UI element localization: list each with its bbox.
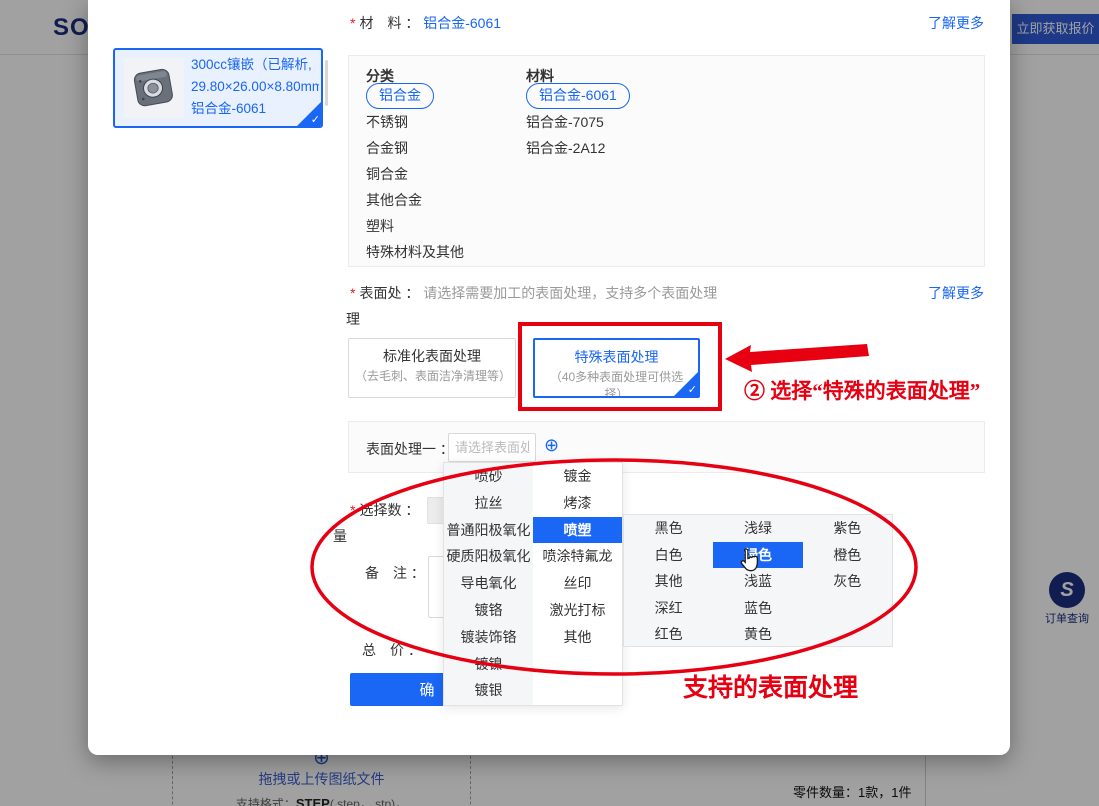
color-option[interactable]: 黑色 xyxy=(624,515,713,542)
surface-hint: 请选择需要加工的表面处理，支持多个表面处理 xyxy=(423,285,717,301)
treatment-option[interactable]: 镀镍 xyxy=(444,651,533,678)
standard-surface-title: 标准化表面处理 xyxy=(349,346,515,366)
color-option[interactable]: 黄色 xyxy=(713,621,802,648)
surface-learn-more-link[interactable]: 了解更多 xyxy=(928,283,984,303)
treatment-option[interactable]: 导电氧化 xyxy=(444,570,533,597)
material-option[interactable]: 铝合金-7075 xyxy=(526,109,604,135)
treatment-one-label: 表面处理一 ： xyxy=(366,439,454,459)
color-col2: 浅绿绿色浅蓝蓝色黄色 xyxy=(713,515,802,646)
treatment-option[interactable]: 激光打标 xyxy=(533,597,622,624)
quote-config-modal: 300cc镶嵌（已解析, 29.80×26.00×8.80mm 铝合金-6061… xyxy=(88,0,1010,755)
category-option[interactable]: 铝合金 xyxy=(366,83,434,109)
special-surface-title: 特殊表面处理 xyxy=(535,347,698,367)
total-price-label: 总 价 ： xyxy=(362,640,422,660)
color-option[interactable]: 蓝色 xyxy=(713,595,802,622)
color-option[interactable]: 绿色 xyxy=(713,542,802,569)
material-panel: 分类 材料 铝合金不锈钢合金钢铜合金其他合金塑料特殊材料及其他 铝合金-6061… xyxy=(348,55,985,267)
color-option[interactable]: 红色 xyxy=(624,621,713,648)
color-option[interactable]: 白色 xyxy=(624,542,713,569)
category-list: 铝合金不锈钢合金钢铜合金其他合金塑料特殊材料及其他 xyxy=(366,83,464,265)
part-3d-image xyxy=(124,58,184,118)
standard-surface-subtitle: （去毛刺、表面洁净清理等） xyxy=(349,368,515,385)
part-thumbnail xyxy=(124,58,184,118)
color-option[interactable]: 浅绿 xyxy=(713,515,802,542)
special-surface-card[interactable]: 特殊表面处理 （40多种表面处理可供选择） ✓ xyxy=(533,338,700,398)
color-option[interactable]: 紫色 xyxy=(803,515,892,542)
part-dimensions: 29.80×26.00×8.80mm xyxy=(191,76,319,98)
material-list: 铝合金-6061铝合金-7075铝合金-2A12 xyxy=(526,83,630,161)
add-treatment-icon[interactable]: ⊕ xyxy=(544,435,559,456)
category-option[interactable]: 合金钢 xyxy=(366,135,408,161)
treatment-option[interactable]: 丝印 xyxy=(533,570,622,597)
quantity-field-label: *选择数 ： xyxy=(350,500,419,520)
treatment-option[interactable]: 烤漆 xyxy=(533,490,622,517)
surface-label-line1: 表面处 ： xyxy=(359,285,419,301)
category-option[interactable]: 不锈钢 xyxy=(366,109,408,135)
part-name: 300cc镶嵌（已解析, xyxy=(191,54,319,76)
category-option[interactable]: 铜合金 xyxy=(366,161,408,187)
color-option[interactable]: 其他 xyxy=(624,568,713,595)
check-icon: ✓ xyxy=(311,113,320,126)
color-option[interactable]: 灰色 xyxy=(803,568,892,595)
check-icon: ✓ xyxy=(688,383,697,396)
color-col1: 黑色白色其他深红红色 xyxy=(624,515,713,646)
standard-surface-card[interactable]: 标准化表面处理 （去毛刺、表面洁净清理等） xyxy=(348,338,516,398)
material-learn-more-link[interactable]: 了解更多 xyxy=(928,13,984,33)
treatment-option[interactable]: 拉丝 xyxy=(444,490,533,517)
treatment-option[interactable]: 镀银 xyxy=(444,677,533,704)
remark-label: 备 注 ： xyxy=(365,563,425,583)
part-card[interactable]: 300cc镶嵌（已解析, 29.80×26.00×8.80mm 铝合金-6061… xyxy=(113,48,323,128)
material-field-row: *材 料 ： 铝合金-6061 xyxy=(350,13,501,33)
material-label: 材 料 ： xyxy=(359,15,419,31)
color-panel: 黑色白色其他深红红色 浅绿绿色浅蓝蓝色黄色 紫色橙色灰色 xyxy=(623,514,893,647)
treatment-option[interactable]: 喷塑 xyxy=(533,517,622,544)
treatment-option[interactable]: 镀装饰铬 xyxy=(444,624,533,651)
material-option[interactable]: 铝合金-6061 xyxy=(526,83,630,109)
screen: SOG 立即获取报价 ⊕ 拖拽或上传图纸文件 支持格式：STEP(.step，.… xyxy=(0,0,1099,806)
treatment-dropdown-col2: 镀金烤漆喷塑喷涂特氟龙丝印激光打标其他 xyxy=(533,463,622,705)
required-asterisk: * xyxy=(350,285,355,301)
treatment-option[interactable]: 喷涂特氟龙 xyxy=(533,543,622,570)
material-value[interactable]: 铝合金-6061 xyxy=(423,15,501,31)
surface-label-line2: 理 xyxy=(346,309,360,329)
category-option[interactable]: 塑料 xyxy=(366,213,394,239)
color-col3: 紫色橙色灰色 xyxy=(803,515,892,646)
category-option[interactable]: 其他合金 xyxy=(366,187,422,213)
treatment-option[interactable]: 普通阳极氧化 xyxy=(444,517,533,544)
treatment-option[interactable]: 镀金 xyxy=(533,463,622,490)
required-asterisk: * xyxy=(350,15,355,31)
treatment-option[interactable]: 其他 xyxy=(533,624,622,651)
color-option[interactable]: 橙色 xyxy=(803,542,892,569)
category-option[interactable]: 特殊材料及其他 xyxy=(366,239,464,265)
color-option[interactable]: 深红 xyxy=(624,595,713,622)
treatment-option[interactable]: 镀铬 xyxy=(444,597,533,624)
part-list-scrollbar[interactable] xyxy=(325,60,328,106)
treatment-option[interactable]: 硬质阳极氧化 xyxy=(444,543,533,570)
color-option[interactable]: 浅蓝 xyxy=(713,568,802,595)
material-option[interactable]: 铝合金-2A12 xyxy=(526,135,605,161)
treatment-dropdown: 喷砂拉丝普通阳极氧化硬质阳极氧化导电氧化镀铬镀装饰铬镀镍镀银 镀金烤漆喷塑喷涂特… xyxy=(443,462,623,706)
treatment-one-input[interactable] xyxy=(448,433,536,462)
treatment-dropdown-col1: 喷砂拉丝普通阳极氧化硬质阳极氧化导电氧化镀铬镀装饰铬镀镍镀银 xyxy=(444,463,533,705)
treatment-option[interactable]: 喷砂 xyxy=(444,463,533,490)
surface-field-row: *表面处 ： 请选择需要加工的表面处理，支持多个表面处理 xyxy=(350,283,717,303)
quantity-label-line2: 量 xyxy=(333,526,347,546)
